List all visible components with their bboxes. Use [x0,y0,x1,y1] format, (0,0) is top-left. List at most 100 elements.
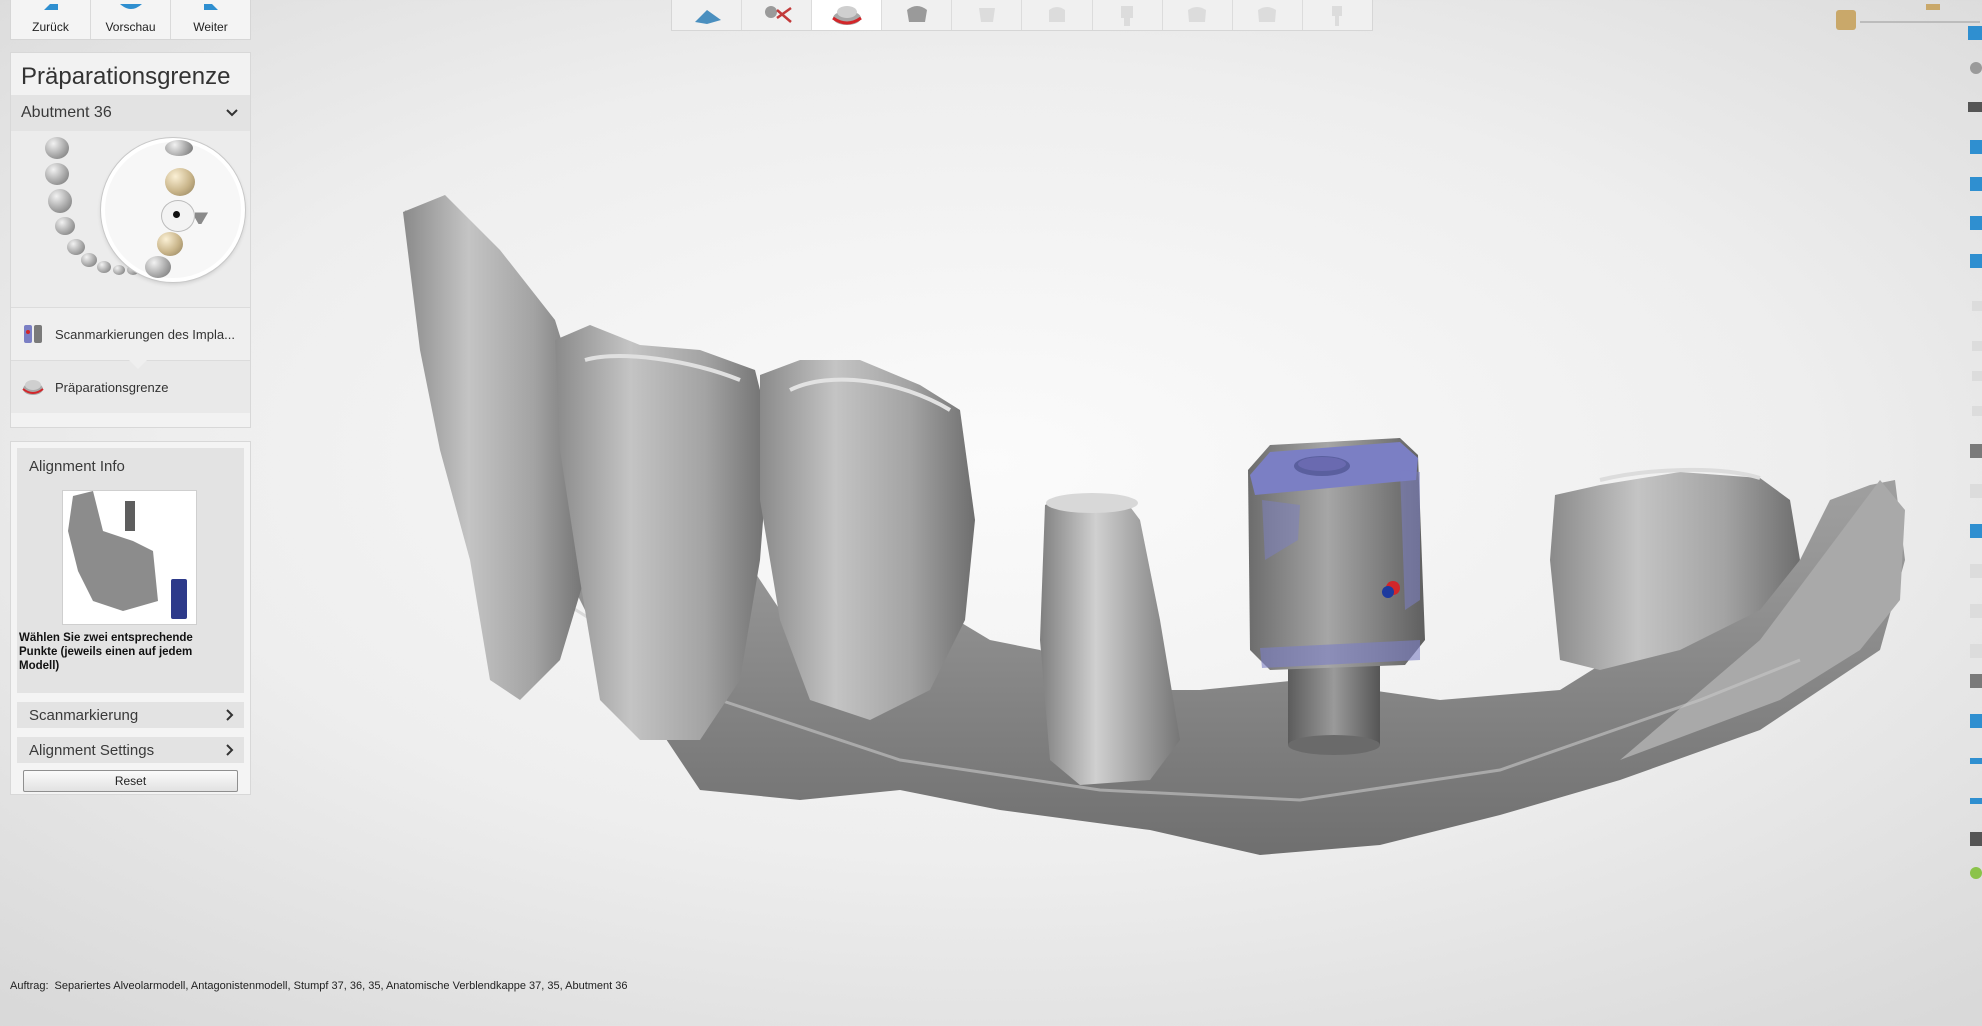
tooth-chart[interactable] [11,131,250,307]
alignment-title: Alignment Info [29,458,125,475]
view-top-icon[interactable] [1964,173,1982,195]
crown-tooth-icon[interactable] [165,168,195,196]
toolbar-button[interactable] [672,0,743,30]
layer-icon[interactable] [1964,295,1982,317]
tooth-icon[interactable] [45,137,69,159]
rotate-icon[interactable] [1964,57,1982,79]
jaw-icon [1836,10,1856,30]
model-icon[interactable] [1964,710,1982,732]
preview-label: Vorschau [105,20,156,34]
fit-view-icon[interactable] [1964,22,1982,44]
arrow-left-icon [41,4,58,10]
toggle-icon[interactable] [1964,96,1982,118]
view-right-icon[interactable] [1964,250,1982,272]
toolbar-button-disabled [1163,0,1233,30]
alignment-instruction: Wählen Sie zwei entsprechende Punkte (je… [19,632,193,672]
tooth-magnifier[interactable] [101,138,245,282]
model-icon[interactable] [1964,600,1982,622]
measure-icon[interactable] [1964,750,1982,772]
tooth-icon[interactable] [145,256,171,278]
reset-button[interactable]: Reset [23,770,238,792]
dental-model-viewport[interactable] [0,0,1982,1026]
right-tool-bar [1964,0,1982,900]
toolbar-button-disabled [952,0,1023,30]
step-panel: Präparationsgrenze Abutment 36 Scanmarki… [10,52,251,428]
layer-icon[interactable] [1964,365,1982,387]
measure-icon[interactable] [1964,790,1982,812]
status-label: Auftrag: [10,980,49,992]
tooth-icon[interactable] [81,253,97,267]
tooth-icon-disabled [978,8,995,22]
model-icon[interactable] [1964,670,1982,692]
margin-line-icon [22,380,44,395]
model-icon[interactable] [1964,440,1982,462]
chevron-right-icon [226,744,234,756]
workflow-step-label: Präparationsgrenze [55,379,169,395]
model-trim-icon [694,10,721,24]
cap-icon-disabled [1049,7,1066,22]
section-label: Alignment Settings [29,741,155,759]
cut-icon [764,6,792,23]
tooth-icon[interactable] [55,217,75,235]
attachment-disabled-icon [1332,6,1343,26]
eye-icon [119,4,142,9]
transparency-slider[interactable] [1830,4,1982,32]
workflow-step-label: Scanmarkierungen des Impla... [55,326,235,342]
preview-button[interactable]: Vorschau [91,0,171,39]
alignment-settings-section[interactable]: Alignment Settings [17,737,244,763]
pontic-disabled-icon [1258,7,1277,22]
layer-icon[interactable] [1964,400,1982,422]
crown-tooth-icon[interactable] [157,232,183,256]
selected-item-label: Abutment 36 [21,104,112,121]
pointer-arrow-icon [195,212,209,224]
back-button[interactable]: Zurück [11,0,91,39]
toolbar-button[interactable] [882,0,953,30]
tooth-icon[interactable] [67,239,85,255]
layer-icon[interactable] [1964,335,1982,357]
color-icon[interactable] [1964,862,1982,884]
wizard-nav-bar: Zurück Vorschau Weiter [10,0,251,40]
workflow-step-margin-line[interactable]: Präparationsgrenze [11,360,250,413]
chevron-down-icon [226,109,238,117]
next-label: Weiter [193,20,228,34]
scan-icon[interactable] [1964,828,1982,850]
model-icon[interactable] [1964,560,1982,582]
tooth-icon[interactable] [97,261,111,273]
alignment-preview-image [62,490,197,625]
selected-dot [173,211,180,218]
workflow-step-scanbody[interactable]: Scanmarkierungen des Impla... [11,307,250,360]
scanmarker-section[interactable]: Scanmarkierung [17,702,244,728]
workflow-toolbar [671,0,1373,31]
tooth-selector-dropdown[interactable]: Abutment 36 [11,95,250,131]
back-label: Zurück [32,20,69,34]
model-icon[interactable] [1964,480,1982,502]
active-step-notch [129,360,147,369]
panel-title: Präparationsgrenze [21,63,231,90]
status-text: Separiertes Alveolarmodell, Antagonisten… [54,980,628,992]
scanbody-icon [24,325,42,343]
alignment-info-box: Alignment Info Wählen Sie zwei entsprech… [17,448,244,693]
toolbar-button-disabled [1022,0,1093,30]
tooth-icon[interactable] [45,163,69,185]
toolbar-button-disabled [1233,0,1303,30]
view-front-icon[interactable] [1964,136,1982,158]
toolbar-button-active[interactable] [812,0,883,30]
view-left-icon[interactable] [1964,212,1982,234]
section-label: Scanmarkierung [29,706,139,724]
toolbar-button[interactable] [742,0,813,30]
toolbar-button-disabled [1303,0,1372,30]
alignment-panel: Alignment Info Wählen Sie zwei entsprech… [10,441,251,795]
crown-icon [906,6,927,22]
model-icon[interactable] [1964,520,1982,542]
order-status-bar: Auftrag: Separiertes Alveolarmodell, Anta… [10,980,628,992]
margin-line-icon [831,6,862,25]
arrow-right-icon [203,4,220,10]
tooth-icon[interactable] [113,265,125,275]
model-icon[interactable] [1964,640,1982,662]
slider-handle [1926,4,1940,10]
tooth-icon[interactable] [48,189,72,213]
toolbar-button-disabled [1093,0,1163,30]
tooth-icon[interactable] [165,140,193,156]
chevron-right-icon [226,709,234,721]
next-button[interactable]: Weiter [171,0,250,39]
